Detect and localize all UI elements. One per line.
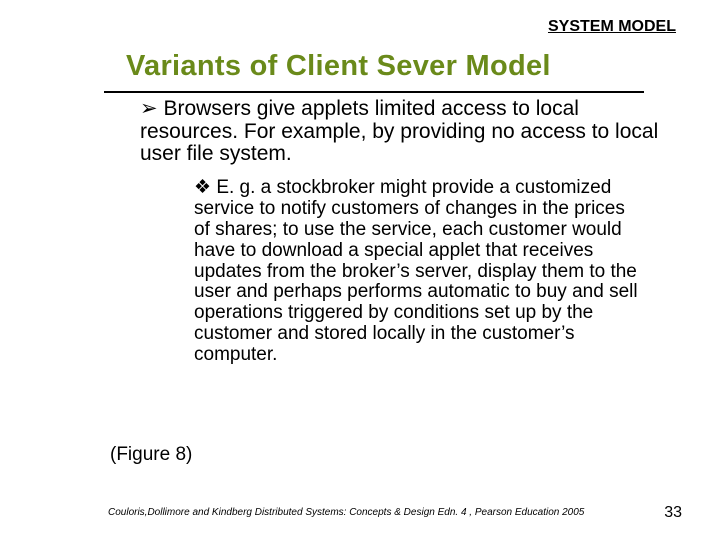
section-header: SYSTEM MODEL bbox=[548, 18, 676, 36]
bullet-level-2-text: E. g. a stockbroker might provide a cust… bbox=[194, 177, 638, 365]
citation-footer: Couloris,Dollimore and Kindberg Distribu… bbox=[108, 507, 584, 518]
diamond-bullet-icon: ❖ bbox=[194, 177, 211, 198]
slide-title: Variants of Client Sever Model bbox=[126, 50, 551, 83]
bullet-level-1: ➢ Browsers give applets limited access t… bbox=[140, 98, 660, 166]
slide: SYSTEM MODEL Variants of Client Sever Mo… bbox=[0, 0, 720, 540]
figure-reference: (Figure 8) bbox=[110, 444, 192, 466]
arrow-bullet-icon: ➢ bbox=[140, 97, 158, 120]
title-rule bbox=[104, 91, 644, 93]
bullet-level-2: ❖ E. g. a stockbroker might provide a cu… bbox=[194, 178, 644, 366]
bullet-level-1-text: Browsers give applets limited access to … bbox=[140, 97, 658, 165]
page-number: 33 bbox=[664, 504, 682, 522]
